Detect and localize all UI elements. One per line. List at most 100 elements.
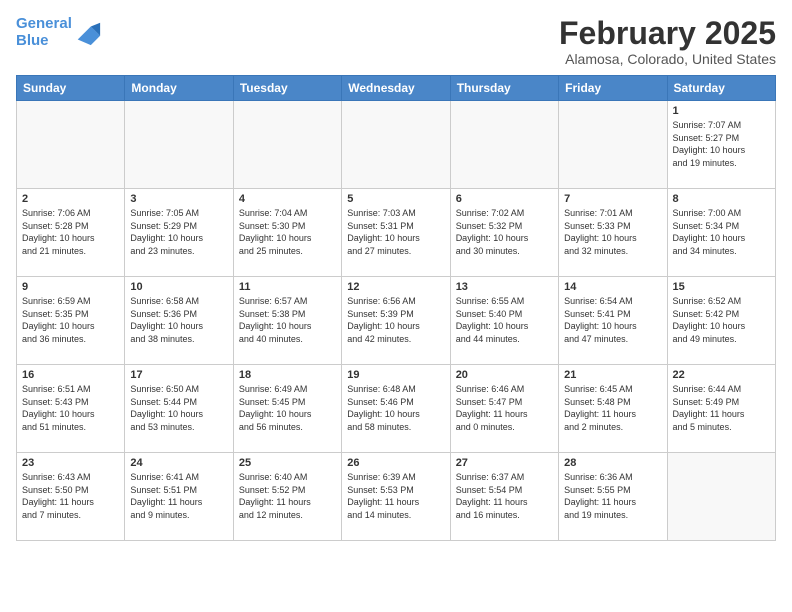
calendar-title: February 2025 (559, 16, 776, 51)
day-number: 1 (673, 105, 770, 117)
day-info: Sunrise: 6:48 AMSunset: 5:46 PMDaylight:… (347, 383, 444, 433)
week-row-4: 23 Sunrise: 6:43 AMSunset: 5:50 PMDayligh… (17, 453, 776, 541)
calendar-cell: 25Sunrise: 6:40 AMSunset: 5:52 PMDayligh… (233, 453, 341, 541)
calendar-cell: 27Sunrise: 6:37 AMSunset: 5:54 PMDayligh… (450, 453, 558, 541)
day-info: Sunrise: 6:41 AMSunset: 5:51 PMDaylight:… (130, 471, 227, 521)
day-number: 9 (22, 281, 119, 293)
day-number: 20 (456, 369, 553, 381)
week-row-2: 9 Sunrise: 6:59 AMSunset: 5:35 PMDaylight… (17, 277, 776, 365)
day-number: 27 (456, 457, 553, 469)
day-number: 18 (239, 369, 336, 381)
calendar-cell: 21 Sunrise: 6:45 AMSunset: 5:48 PMDayligh… (559, 365, 667, 453)
calendar-cell: 17Sunrise: 6:50 AMSunset: 5:44 PMDayligh… (125, 365, 233, 453)
calendar-cell (667, 453, 775, 541)
calendar-cell: 20 Sunrise: 6:46 AMSunset: 5:47 PMDayligh… (450, 365, 558, 453)
day-info: Sunrise: 6:44 AMSunset: 5:49 PMDaylight:… (673, 383, 770, 433)
week-row-3: 16Sunrise: 6:51 AMSunset: 5:43 PMDayligh… (17, 365, 776, 453)
calendar-cell: 24 Sunrise: 6:41 AMSunset: 5:51 PMDayligh… (125, 453, 233, 541)
day-number: 14 (564, 281, 661, 293)
day-info: Sunrise: 6:58 AMSunset: 5:36 PMDaylight:… (130, 295, 227, 345)
day-info: Sunrise: 6:59 AMSunset: 5:35 PMDaylight:… (22, 295, 119, 345)
weekday-header-saturday: Saturday (667, 76, 775, 101)
day-number: 2 (22, 193, 119, 205)
calendar-cell: 7 Sunrise: 7:01 AMSunset: 5:33 PMDaylight… (559, 189, 667, 277)
week-row-0: 1 Sunrise: 7:07 AMSunset: 5:27 PMDaylight… (17, 101, 776, 189)
day-info: Sunrise: 6:54 AMSunset: 5:41 PMDaylight:… (564, 295, 661, 345)
day-info: Sunrise: 6:56 AMSunset: 5:39 PMDaylight:… (347, 295, 444, 345)
calendar-cell: 14 Sunrise: 6:54 AMSunset: 5:41 PMDayligh… (559, 277, 667, 365)
calendar-cell (559, 101, 667, 189)
page-header: GeneralBlue February 2025 Alamosa, Color… (16, 16, 776, 67)
calendar-cell: 6 Sunrise: 7:02 AMSunset: 5:32 PMDaylight… (450, 189, 558, 277)
calendar-cell (342, 101, 450, 189)
day-number: 6 (456, 193, 553, 205)
weekday-header-sunday: Sunday (17, 76, 125, 101)
calendar-cell (17, 101, 125, 189)
logo-icon (74, 19, 102, 47)
day-info: Sunrise: 6:50 AMSunset: 5:44 PMDaylight:… (130, 383, 227, 433)
day-info: Sunrise: 7:05 AMSunset: 5:29 PMDaylight:… (130, 207, 227, 257)
day-number: 10 (130, 281, 227, 293)
calendar-subtitle: Alamosa, Colorado, United States (559, 51, 776, 67)
calendar-cell: 3 Sunrise: 7:05 AMSunset: 5:29 PMDaylight… (125, 189, 233, 277)
calendar-cell: 12 Sunrise: 6:56 AMSunset: 5:39 PMDayligh… (342, 277, 450, 365)
calendar-cell: 26Sunrise: 6:39 AMSunset: 5:53 PMDayligh… (342, 453, 450, 541)
weekday-header-wednesday: Wednesday (342, 76, 450, 101)
calendar-cell: 1 Sunrise: 7:07 AMSunset: 5:27 PMDaylight… (667, 101, 775, 189)
day-number: 8 (673, 193, 770, 205)
calendar-cell: 8 Sunrise: 7:00 AMSunset: 5:34 PMDaylight… (667, 189, 775, 277)
day-info: Sunrise: 7:02 AMSunset: 5:32 PMDaylight:… (456, 207, 553, 257)
calendar-cell: 22 Sunrise: 6:44 AMSunset: 5:49 PMDayligh… (667, 365, 775, 453)
day-info: Sunrise: 7:01 AMSunset: 5:33 PMDaylight:… (564, 207, 661, 257)
day-info: Sunrise: 7:06 AMSunset: 5:28 PMDaylight:… (22, 207, 119, 257)
calendar-cell: 9 Sunrise: 6:59 AMSunset: 5:35 PMDaylight… (17, 277, 125, 365)
weekday-header-row: SundayMondayTuesdayWednesdayThursdayFrid… (17, 76, 776, 101)
day-number: 19 (347, 369, 444, 381)
calendar-cell (450, 101, 558, 189)
day-info: Sunrise: 6:36 AMSunset: 5:55 PMDaylight:… (564, 471, 661, 521)
day-info: Sunrise: 6:45 AMSunset: 5:48 PMDaylight:… (564, 383, 661, 433)
day-info: Sunrise: 6:57 AMSunset: 5:38 PMDaylight:… (239, 295, 336, 345)
day-info: Sunrise: 6:43 AMSunset: 5:50 PMDaylight:… (22, 471, 119, 521)
weekday-header-friday: Friday (559, 76, 667, 101)
day-info: Sunrise: 6:52 AMSunset: 5:42 PMDaylight:… (673, 295, 770, 345)
weekday-header-monday: Monday (125, 76, 233, 101)
day-info: Sunrise: 7:07 AMSunset: 5:27 PMDaylight:… (673, 119, 770, 169)
day-info: Sunrise: 7:03 AMSunset: 5:31 PMDaylight:… (347, 207, 444, 257)
day-info: Sunrise: 6:46 AMSunset: 5:47 PMDaylight:… (456, 383, 553, 433)
day-info: Sunrise: 6:51 AMSunset: 5:43 PMDaylight:… (22, 383, 119, 433)
calendar-table: SundayMondayTuesdayWednesdayThursdayFrid… (16, 75, 776, 541)
day-info: Sunrise: 6:40 AMSunset: 5:52 PMDaylight:… (239, 471, 336, 521)
day-number: 24 (130, 457, 227, 469)
day-number: 7 (564, 193, 661, 205)
day-number: 12 (347, 281, 444, 293)
day-number: 23 (22, 457, 119, 469)
day-info: Sunrise: 7:00 AMSunset: 5:34 PMDaylight:… (673, 207, 770, 257)
calendar-cell (233, 101, 341, 189)
day-info: Sunrise: 7:04 AMSunset: 5:30 PMDaylight:… (239, 207, 336, 257)
title-block: February 2025 Alamosa, Colorado, United … (559, 16, 776, 67)
logo: GeneralBlue (16, 16, 102, 49)
day-number: 15 (673, 281, 770, 293)
calendar-cell: 2 Sunrise: 7:06 AMSunset: 5:28 PMDaylight… (17, 189, 125, 277)
calendar-cell: 28 Sunrise: 6:36 AMSunset: 5:55 PMDayligh… (559, 453, 667, 541)
day-number: 21 (564, 369, 661, 381)
weekday-header-tuesday: Tuesday (233, 76, 341, 101)
calendar-cell: 15 Sunrise: 6:52 AMSunset: 5:42 PMDayligh… (667, 277, 775, 365)
day-number: 28 (564, 457, 661, 469)
day-number: 11 (239, 281, 336, 293)
day-number: 26 (347, 457, 444, 469)
day-info: Sunrise: 6:49 AMSunset: 5:45 PMDaylight:… (239, 383, 336, 433)
calendar-cell: 19 Sunrise: 6:48 AMSunset: 5:46 PMDayligh… (342, 365, 450, 453)
calendar-cell: 11 Sunrise: 6:57 AMSunset: 5:38 PMDayligh… (233, 277, 341, 365)
calendar-cell (125, 101, 233, 189)
day-number: 3 (130, 193, 227, 205)
calendar-cell: 13Sunrise: 6:55 AMSunset: 5:40 PMDayligh… (450, 277, 558, 365)
calendar-cell: 10 Sunrise: 6:58 AMSunset: 5:36 PMDayligh… (125, 277, 233, 365)
calendar-cell: 5Sunrise: 7:03 AMSunset: 5:31 PMDaylight… (342, 189, 450, 277)
calendar-cell: 18 Sunrise: 6:49 AMSunset: 5:45 PMDayligh… (233, 365, 341, 453)
calendar-cell: 23 Sunrise: 6:43 AMSunset: 5:50 PMDayligh… (17, 453, 125, 541)
day-number: 22 (673, 369, 770, 381)
day-info: Sunrise: 6:55 AMSunset: 5:40 PMDaylight:… (456, 295, 553, 345)
day-number: 4 (239, 193, 336, 205)
